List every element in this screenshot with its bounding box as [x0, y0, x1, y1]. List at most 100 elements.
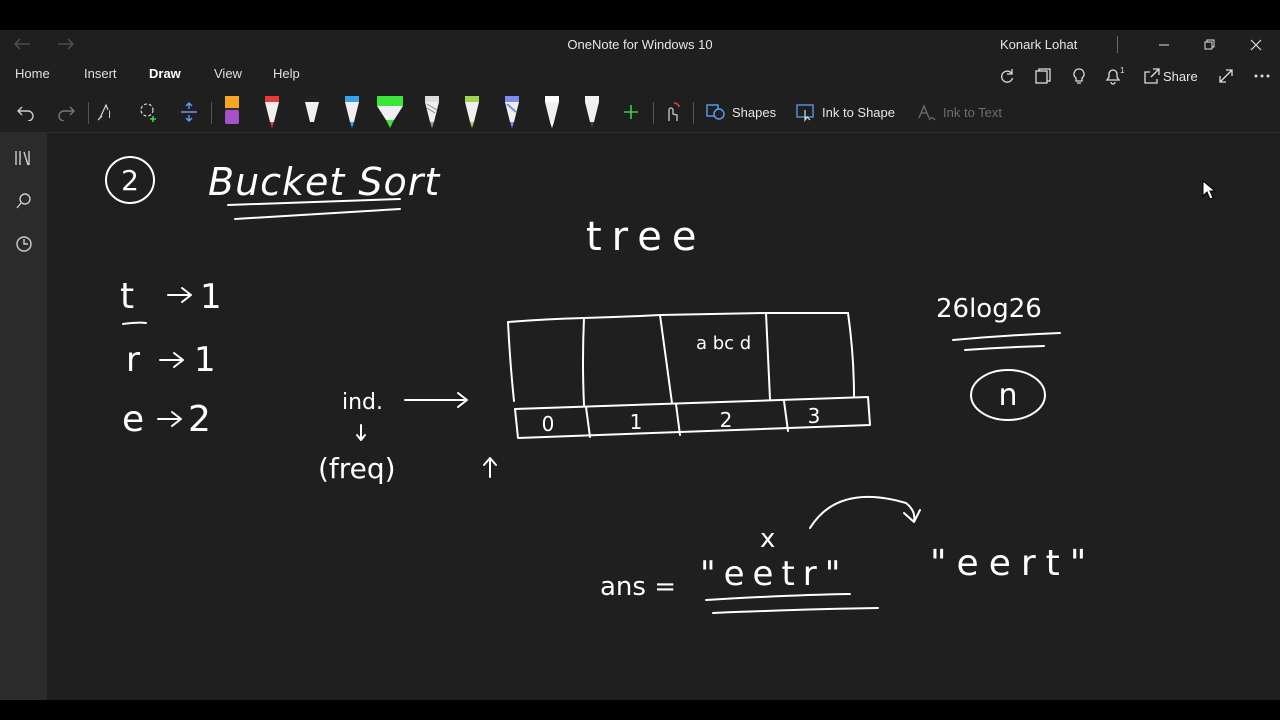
index-arrow	[404, 392, 468, 408]
complexity-underline-1	[952, 332, 1061, 341]
freq-count-r: 1	[194, 340, 216, 380]
undo-icon[interactable]	[10, 92, 42, 132]
highlighter-orange-purple[interactable]	[216, 92, 248, 132]
shapes-button[interactable]: Shapes	[732, 105, 776, 120]
freq-char-e: e	[122, 399, 144, 440]
lasso-select-icon[interactable]: I	[92, 92, 124, 132]
user-name[interactable]: Konark Lohat	[1000, 37, 1077, 52]
arrow-t	[167, 287, 192, 303]
ink-to-text-button[interactable]: Ink to Text	[943, 105, 1002, 120]
share-icon[interactable]	[1140, 64, 1164, 88]
pen-red[interactable]	[256, 92, 288, 132]
bucket-1-right	[659, 314, 673, 404]
complexity-text: 26log26	[936, 294, 1042, 324]
restore-button[interactable]	[1192, 32, 1228, 58]
index-div-3	[783, 400, 789, 432]
ink-to-text-icon[interactable]	[910, 92, 942, 132]
handwriting-text: 2 Bucket Sort tree t 1 r 1 e 2 ind. (fre…	[120, 160, 1096, 602]
lightbulb-icon[interactable]	[1067, 64, 1091, 88]
input-word: tree	[586, 214, 706, 260]
curved-arrow	[809, 495, 916, 529]
close-button[interactable]	[1238, 32, 1274, 58]
answer-underline-2	[712, 607, 879, 614]
minimize-button[interactable]	[1146, 32, 1182, 58]
ink-to-shape-icon[interactable]	[790, 92, 822, 132]
recent-icon[interactable]	[11, 231, 37, 257]
sync-icon[interactable]	[995, 64, 1019, 88]
pages-icon[interactable]	[1031, 64, 1055, 88]
freq-char-t: t	[120, 276, 134, 317]
heading-text: Bucket Sort	[208, 160, 441, 204]
ribbon-separator	[88, 102, 89, 124]
lasso-icon[interactable]	[133, 92, 165, 132]
ribbon-separator	[211, 102, 212, 124]
complexity-underline-2	[964, 345, 1045, 351]
ink-layer: 2 Bucket Sort tree t 1 r 1 e 2 ind. (fre…	[105, 156, 1096, 614]
bucket-index-0: 0	[542, 412, 555, 436]
complexity-alt: n	[998, 378, 1017, 413]
index-div-2	[675, 403, 681, 436]
tab-home[interactable]: Home	[15, 66, 50, 81]
arrow-r	[159, 352, 184, 368]
pen-galaxy[interactable]	[496, 92, 528, 132]
video-letterbox-bottom	[0, 700, 1280, 720]
touch-draw-icon[interactable]	[656, 92, 688, 132]
bucket-index-1: 1	[630, 410, 643, 434]
bucket-0-left	[507, 321, 515, 402]
bucket-0-right	[582, 317, 585, 406]
video-letterbox-top	[0, 0, 1280, 30]
bucket-2-content: a bc d	[696, 333, 751, 354]
index-label: ind.	[342, 390, 383, 415]
title-separator	[1117, 36, 1118, 53]
title-bar: OneNote for Windows 10 Konark Lohat	[0, 30, 1280, 60]
tab-draw[interactable]: Draw	[149, 66, 181, 81]
buckets-top	[507, 312, 849, 323]
heading-underline-2	[234, 208, 401, 220]
svg-text:I: I	[108, 109, 111, 121]
bucket-3-right	[847, 312, 855, 398]
pen-lime[interactable]	[456, 92, 488, 132]
freq-count-t: 1	[200, 277, 222, 317]
redo-icon[interactable]	[50, 92, 82, 132]
onenote-app-window: OneNote for Windows 10 Konark Lohat Home…	[0, 30, 1280, 700]
search-icon[interactable]	[11, 188, 37, 214]
bucket-2-right	[765, 312, 771, 400]
pen-black[interactable]	[296, 92, 328, 132]
ribbon-separator	[693, 102, 694, 124]
expand-icon[interactable]	[1214, 64, 1238, 88]
arrow-e	[157, 411, 182, 427]
step-number: 2	[121, 164, 139, 197]
freq-char-r: r	[126, 340, 140, 380]
left-nav-pane	[0, 133, 47, 700]
shapes-icon[interactable]	[700, 92, 732, 132]
add-space-icon[interactable]	[173, 92, 205, 132]
answer-label: ans =	[600, 572, 676, 602]
ribbon-separator	[653, 102, 654, 124]
tab-view[interactable]: View	[214, 66, 242, 81]
up-arrow	[483, 457, 497, 478]
notebooks-icon[interactable]	[11, 145, 37, 171]
share-button[interactable]: Share	[1163, 69, 1198, 84]
pen-pattern-white[interactable]	[416, 92, 448, 132]
answer-crossed: "eetr"	[700, 554, 848, 594]
index-div-1	[585, 406, 591, 438]
pen-white-2[interactable]	[576, 92, 608, 132]
answer-final: "eert"	[930, 543, 1096, 584]
pen-white[interactable]	[536, 92, 568, 132]
bucket-index-3: 3	[808, 404, 821, 428]
pen-blue[interactable]	[336, 92, 368, 132]
more-icon[interactable]	[1250, 64, 1274, 88]
highlighter-green[interactable]	[374, 92, 406, 132]
page-canvas[interactable]: 2 Bucket Sort tree t 1 r 1 e 2 ind. (fre…	[48, 133, 1280, 700]
window-title: OneNote for Windows 10	[567, 37, 713, 52]
freq-count-e: 2	[188, 399, 211, 440]
ink-to-shape-button[interactable]: Ink to Shape	[822, 105, 895, 120]
plus-icon[interactable]	[615, 92, 647, 132]
tab-help[interactable]: Help	[273, 66, 300, 81]
mouse-cursor-icon	[1202, 180, 1216, 200]
curved-arrow-head	[903, 509, 921, 523]
tab-insert[interactable]: Insert	[84, 66, 117, 81]
freq-label: (freq)	[318, 452, 396, 485]
bell-icon[interactable]: 1	[1103, 64, 1127, 88]
answer-mark: x	[760, 524, 775, 554]
